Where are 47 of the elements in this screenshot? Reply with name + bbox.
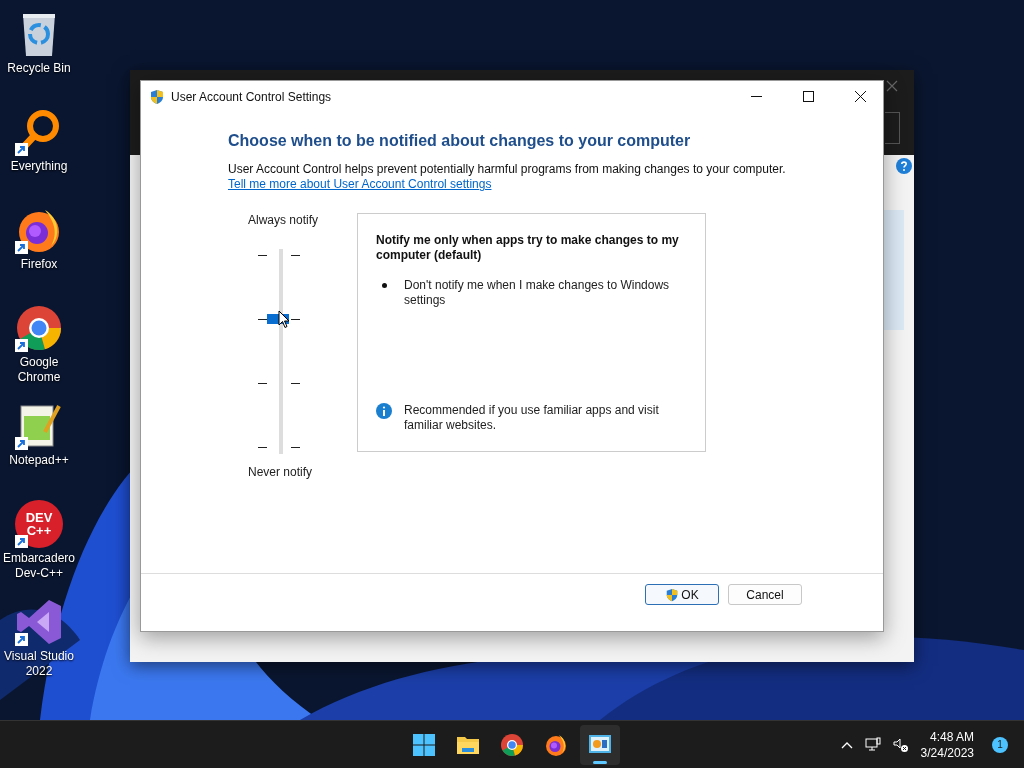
tick-mark (258, 383, 267, 384)
dialog-button[interactable]: Cancel (728, 584, 802, 605)
maximize-icon (802, 91, 814, 102)
desktop-icon-label[interactable]: Recycle Bin (7, 61, 71, 76)
recommendation-text: Recommended if you use familiar apps and visit familiar websites. (404, 403, 660, 433)
mouse-cursor-icon (278, 309, 290, 329)
chrome-icon (15, 304, 63, 352)
chevron-up-icon[interactable] (840, 740, 853, 749)
clock-date[interactable]: 3/24/2023 (920, 744, 974, 761)
window-title: User Account Control Settings (171, 89, 333, 104)
slider-top-label: Always notify (248, 213, 320, 227)
notification-badge[interactable]: 1 (992, 736, 1008, 753)
clock-time[interactable]: 4:48 AM (929, 728, 974, 745)
shield-icon (665, 587, 680, 602)
desktop-icon-label[interactable]: Firefox (20, 257, 58, 272)
tick-mark (258, 447, 267, 448)
tick-mark (291, 383, 300, 384)
tick-mark (258, 319, 267, 320)
heading: Choose when to be notified about changes to your computer (228, 132, 692, 150)
help-link[interactable]: Tell me more about User Account Control settings (228, 177, 492, 191)
slider-bottom-label: Never notify (248, 465, 314, 479)
visual-studio-icon (15, 598, 63, 646)
desktop-icon-label[interactable]: Everything (10, 159, 68, 174)
tick-mark (258, 255, 267, 256)
start-icon (412, 732, 436, 757)
muted-speaker-icon[interactable] (892, 736, 909, 753)
firefox-icon (544, 732, 568, 757)
slider-track[interactable] (279, 249, 283, 454)
close-icon[interactable] (886, 80, 898, 92)
desktop-icon-label[interactable]: Notepad++ (9, 453, 69, 468)
info-icon (376, 403, 392, 419)
tick-mark (291, 319, 300, 320)
setting-title: Notify me only when apps try to make changes to my computer (default) (376, 233, 680, 263)
description-text: User Account Control helps prevent potentially harmful programs from making changes to your computer. (228, 162, 787, 176)
tick-mark (291, 255, 300, 256)
desktop-icon-label[interactable]: Google Chrome (0, 355, 78, 385)
bullet-text: Don't notify me when I make changes to Windows settings (404, 278, 671, 308)
bullet-icon (382, 283, 387, 288)
close-icon (854, 91, 866, 102)
taskbar-app-button[interactable] (580, 724, 620, 765)
chrome-icon (500, 732, 524, 757)
tick-mark (291, 447, 300, 448)
desktop-icon-label[interactable]: Embarcadero Dev-C++ (0, 551, 78, 581)
help-icon[interactable] (896, 158, 912, 174)
network-icon[interactable] (864, 736, 881, 753)
dialog-button[interactable]: OK (645, 584, 719, 605)
shield-icon (149, 88, 165, 105)
